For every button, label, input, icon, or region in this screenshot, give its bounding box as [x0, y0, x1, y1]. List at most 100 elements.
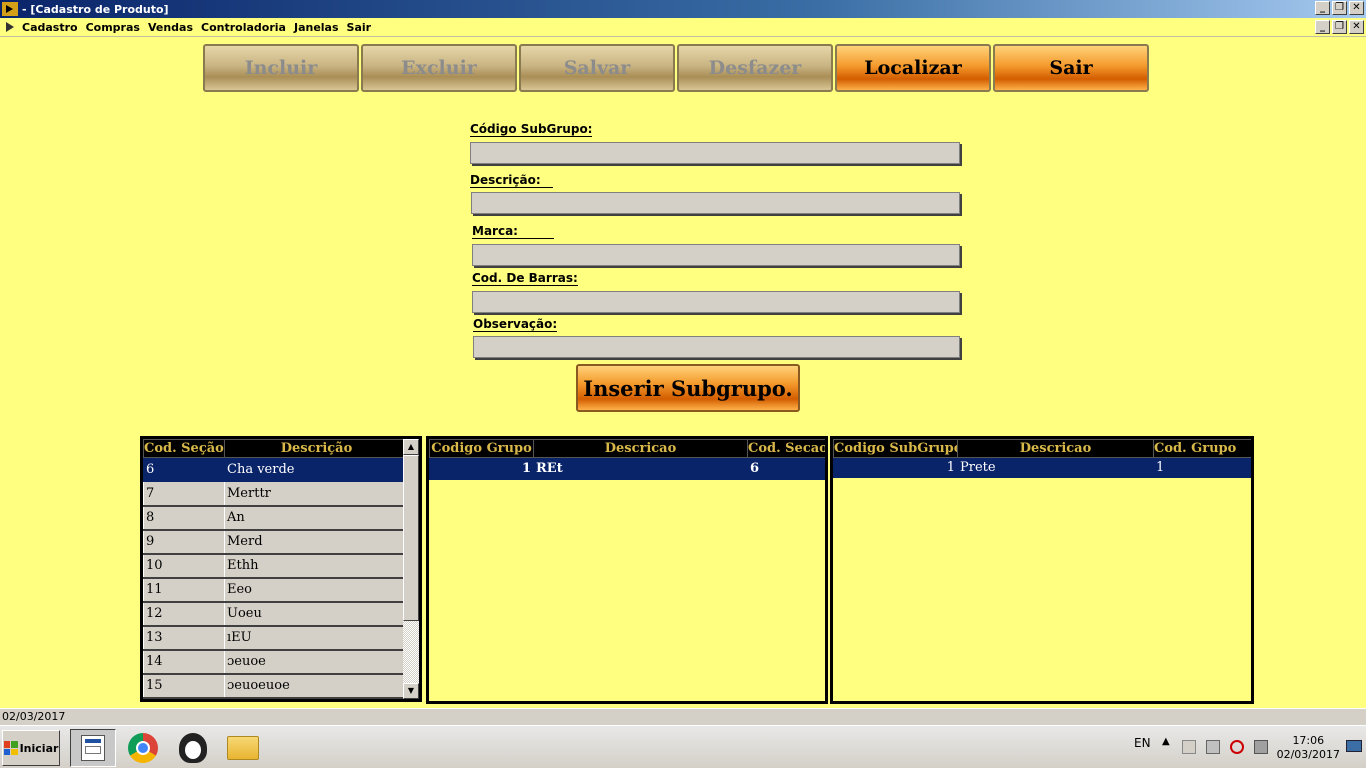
- table-row[interactable]: 13 ıEU: [143, 625, 409, 651]
- table-cell[interactable]: 12: [143, 601, 225, 627]
- clock-time: 17:06: [1292, 734, 1325, 747]
- table-cell[interactable]: 14: [143, 649, 225, 675]
- table-cell[interactable]: Uoeu: [224, 601, 409, 627]
- col-cod-secao[interactable]: Cod. Seção: [143, 439, 225, 458]
- table-cell[interactable]: 1: [833, 457, 958, 478]
- observacao-label: Observação:: [473, 317, 558, 332]
- taskbar-app-explorer[interactable]: [220, 729, 266, 767]
- table-cell[interactable]: ɔeuoe: [224, 649, 409, 675]
- menu-controladoria[interactable]: Controladoria: [201, 21, 286, 34]
- codigo-subgrupo-field[interactable]: [470, 142, 960, 164]
- child-close-button[interactable]: ✕: [1349, 20, 1364, 34]
- network-icon[interactable]: [1254, 740, 1268, 754]
- table-cell[interactable]: Merd: [224, 529, 409, 555]
- table-cell[interactable]: 13: [143, 625, 225, 651]
- table-cell[interactable]: Ethh: [224, 553, 409, 579]
- table-cell[interactable]: 15: [143, 673, 225, 699]
- app-icon: [2, 2, 18, 16]
- language-indicator[interactable]: EN: [1134, 736, 1151, 750]
- scroll-thumb[interactable]: [403, 455, 419, 621]
- show-hidden-icons-icon[interactable]: ▲: [1162, 736, 1170, 747]
- menu-sair[interactable]: Sair: [347, 21, 372, 34]
- menu-janelas[interactable]: Janelas: [294, 21, 339, 34]
- minimize-button[interactable]: _: [1315, 1, 1330, 15]
- table-row[interactable]: 7 Merttr: [143, 481, 409, 507]
- table-cell[interactable]: An: [224, 505, 409, 531]
- col-cod-secao[interactable]: Cod. Secao: [747, 439, 825, 458]
- table-row[interactable]: 9 Merd: [143, 529, 409, 555]
- penguin-icon: [179, 733, 207, 763]
- table-cell[interactable]: ɔeuoeuoe: [224, 673, 409, 699]
- title-bar: - [Cadastro de Produto] _ ❐ ✕: [0, 0, 1366, 18]
- table-cell[interactable]: 1: [1153, 457, 1251, 478]
- close-button[interactable]: ✕: [1349, 1, 1364, 15]
- table-cell[interactable]: 10: [143, 553, 225, 579]
- mdi-child-icon[interactable]: [2, 20, 18, 34]
- child-minimize-button[interactable]: _: [1315, 20, 1330, 34]
- table-row[interactable]: 6 Cha verde: [143, 457, 409, 482]
- incluir-button[interactable]: Incluir: [203, 44, 359, 92]
- table-row[interactable]: 12 Uoeu: [143, 601, 409, 627]
- table-cell[interactable]: Cha verde: [224, 457, 409, 482]
- table-cell[interactable]: 11: [143, 577, 225, 603]
- action-center-icon[interactable]: [1182, 740, 1196, 754]
- child-restore-button[interactable]: ❐: [1332, 20, 1347, 34]
- usb-device-icon[interactable]: [1206, 740, 1220, 754]
- clock[interactable]: 17:06 02/03/2017: [1277, 734, 1340, 762]
- scroll-down-icon[interactable]: ▼: [403, 683, 419, 699]
- table-cell[interactable]: 8: [143, 505, 225, 531]
- show-desktop-icon[interactable]: [1346, 740, 1362, 752]
- table-row[interactable]: 11 Eeo: [143, 577, 409, 603]
- table-cell[interactable]: 6: [747, 457, 825, 480]
- codigo-subgrupo-label: Código SubGrupo:: [470, 122, 593, 137]
- taskbar-app-penguin[interactable]: [170, 729, 216, 767]
- inserir-subgrupo-button[interactable]: Inserir Subgrupo.: [576, 364, 800, 412]
- taskbar-app-chrome[interactable]: [120, 729, 166, 767]
- table-row[interactable]: 15 ɔeuoeuoe: [143, 673, 409, 699]
- col-descricao[interactable]: Descricao: [957, 439, 1154, 458]
- localizar-button[interactable]: Localizar: [835, 44, 991, 92]
- cod-barras-label: Cod. De Barras:: [472, 271, 578, 286]
- table-row[interactable]: 8 An: [143, 505, 409, 531]
- menu-cadastro[interactable]: Cadastro: [22, 21, 78, 34]
- col-codigo-subgrupo[interactable]: Codigo SubGrupo: [833, 439, 958, 458]
- menu-vendas[interactable]: Vendas: [148, 21, 193, 34]
- windows-logo-icon: [3, 741, 18, 755]
- secoes-scrollbar[interactable]: ▲ ▼: [403, 439, 419, 699]
- menu-compras[interactable]: Compras: [86, 21, 140, 34]
- observacao-field[interactable]: [473, 336, 960, 358]
- excluir-button[interactable]: Excluir: [361, 44, 517, 92]
- table-cell[interactable]: 1: [429, 457, 534, 480]
- scroll-up-icon[interactable]: ▲: [403, 439, 419, 455]
- salvar-button[interactable]: Salvar: [519, 44, 675, 92]
- col-codigo-grupo[interactable]: Codigo Grupo: [429, 439, 534, 458]
- col-descricao[interactable]: Descricao: [533, 439, 748, 458]
- cod-barras-field[interactable]: [472, 291, 960, 313]
- col-cod-grupo[interactable]: Cod. Grupo: [1153, 439, 1251, 458]
- table-row[interactable]: 10 Ethh: [143, 553, 409, 579]
- sair-button[interactable]: Sair: [993, 44, 1149, 92]
- table-cell[interactable]: Eeo: [224, 577, 409, 603]
- col-descricao[interactable]: Descrição: [224, 439, 409, 458]
- table-cell[interactable]: ıEU: [224, 625, 409, 651]
- marca-field[interactable]: [472, 244, 960, 266]
- start-button[interactable]: Iniciar: [2, 730, 60, 766]
- table-cell[interactable]: Prete: [957, 457, 1154, 478]
- table-row[interactable]: 14 ɔeuoe: [143, 649, 409, 675]
- table-cell[interactable]: 7: [143, 481, 225, 507]
- restore-button[interactable]: ❐: [1332, 1, 1347, 15]
- start-label: Iniciar: [19, 741, 59, 755]
- table-cell[interactable]: 6: [143, 457, 225, 482]
- volume-muted-icon[interactable]: [1230, 740, 1244, 754]
- taskbar-app-delphi[interactable]: [70, 729, 116, 767]
- desfazer-button[interactable]: Desfazer: [677, 44, 833, 92]
- table-row[interactable]: 1 REt 6: [429, 457, 825, 480]
- descricao-field[interactable]: [471, 192, 960, 214]
- taskbar: Iniciar EN ▲ 17:06 02/03/2017: [0, 725, 1366, 768]
- table-cell[interactable]: REt: [533, 457, 748, 480]
- descricao-label: Descrição:: [470, 173, 553, 188]
- table-cell[interactable]: 9: [143, 529, 225, 555]
- table-row[interactable]: 1 Prete 1: [833, 457, 1251, 478]
- secoes-grid: Cod. Seção Descrição 6 Cha verde 7 Merttr 8 A…: [140, 436, 422, 702]
- table-cell[interactable]: Merttr: [224, 481, 409, 507]
